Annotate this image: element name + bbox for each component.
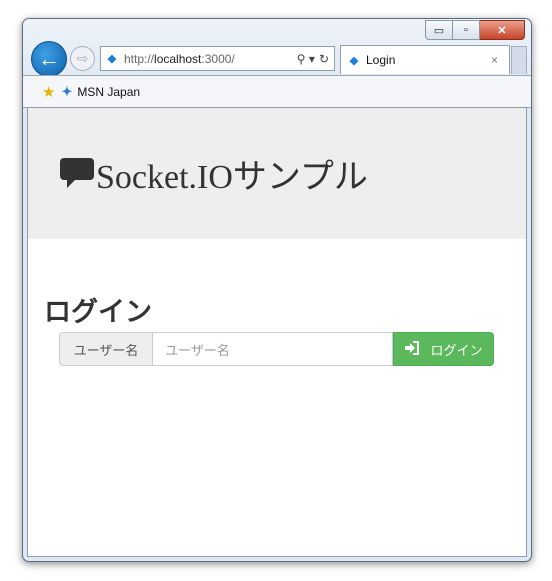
comment-icon <box>58 156 96 192</box>
login-button-label: ログイン <box>430 342 483 358</box>
site-favicon-icon: ◆ <box>107 53 117 65</box>
close-button[interactable]: ✕ <box>480 20 525 40</box>
username-input[interactable]: ユーザー名 <box>153 332 393 366</box>
sign-in-icon <box>404 340 420 358</box>
tab-title: Login <box>366 53 396 67</box>
favorites-star-icon[interactable]: ★ <box>42 83 55 101</box>
tab-favicon-icon: ◆ <box>349 54 359 67</box>
address-bar[interactable]: ◆ http://localhost:3000/ ⚲ ▾ ↻ <box>100 46 335 71</box>
page-content: Socket.IOサンプル ログイン ユーザー名 ユーザー名 ログイン <box>27 107 527 557</box>
restore-button[interactable]: ▫ <box>453 20 480 40</box>
site-title-text: Socket.IOサンプル <box>96 159 368 196</box>
browser-window: ▭ ▫ ✕ ← ⇨ ◆ http://localhost:3000/ ⚲ ▾ ↻… <box>22 18 532 562</box>
favorite-link-msn[interactable]: MSN Japan <box>77 85 140 99</box>
minimize-button[interactable]: ▭ <box>425 20 453 40</box>
caption-buttons: ▭ ▫ ✕ <box>425 20 525 40</box>
url-text[interactable]: http://localhost:3000/ <box>124 52 297 66</box>
favorites-bar: ★ ✦ MSN Japan <box>23 75 531 108</box>
forward-arrow-icon: ⇨ <box>76 50 89 66</box>
page-title: ログイン <box>44 297 152 328</box>
forward-button[interactable]: ⇨ <box>70 46 95 71</box>
site-title: Socket.IOサンプル <box>58 149 368 198</box>
login-form: ユーザー名 ユーザー名 ログイン <box>59 332 494 366</box>
username-addon: ユーザー名 <box>59 332 153 366</box>
tab-close-icon[interactable]: × <box>491 53 509 67</box>
tab-login[interactable]: ◆ Login × <box>340 45 510 74</box>
new-tab-button[interactable] <box>511 46 527 74</box>
msn-butterfly-icon: ✦ <box>61 83 73 99</box>
back-button[interactable]: ← <box>31 41 67 77</box>
jumbotron: Socket.IOサンプル <box>28 108 526 239</box>
search-icon[interactable]: ⚲ ▾ <box>297 52 315 66</box>
login-button[interactable]: ログイン <box>393 332 494 366</box>
back-arrow-icon: ← <box>38 46 60 71</box>
refresh-icon[interactable]: ↻ <box>319 52 329 66</box>
